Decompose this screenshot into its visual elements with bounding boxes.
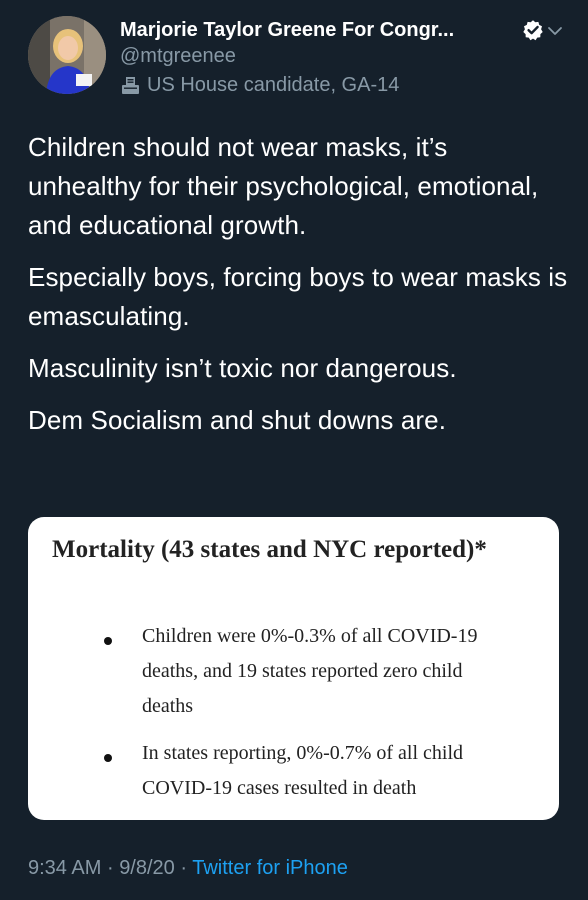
tweet: Marjorie Taylor Greene For Congr... @mtg… (0, 0, 588, 900)
image-bullet-item: In states reporting, 0%-0.7% of all chil… (28, 742, 559, 814)
chevron-down-icon[interactable] (546, 22, 564, 40)
image-bullet-text: In states reporting, 0%-0.7% of all chil… (142, 742, 464, 799)
separator-dot: · (106, 857, 114, 879)
tweet-source-link[interactable]: Twitter for iPhone (192, 857, 348, 879)
bullet-icon (104, 637, 112, 645)
image-bullet-item: Children were 0%-0.3% of all COVID-19 de… (28, 625, 559, 732)
verified-badge-icon (523, 20, 543, 41)
tweet-paragraph: Children should not wear masks, it’s unh… (28, 132, 539, 240)
image-bullet-text: Children were 0%-0.3% of all COVID-19 de… (142, 625, 478, 717)
tweet-time[interactable]: 9:34 AM (28, 857, 101, 879)
ballot-box-icon (122, 77, 139, 94)
avatar[interactable] (28, 16, 106, 94)
tweet-paragraph: Dem Socialism and shut downs are. (28, 405, 447, 435)
tweet-date[interactable]: 9/8/20 (119, 857, 175, 879)
avatar-image (28, 16, 106, 94)
separator-dot: · (180, 857, 188, 879)
bullet-icon (104, 754, 112, 762)
tweet-paragraph: Masculinity isn’t toxic nor dangerous. (28, 353, 457, 383)
tweet-paragraph: Especially boys, forcing boys to wear ma… (28, 262, 568, 331)
image-title: Mortality (43 states and NYC reported)* (52, 536, 487, 563)
tweet-metadata: 9:34 AM · 9/8/20 · Twitter for iPhone (28, 854, 348, 882)
affiliation-label-text: US House candidate, GA-14 (147, 74, 400, 96)
tweet-text: Children should not wear masks, it’s unh… (28, 128, 568, 453)
tweet-header: Marjorie Taylor Greene For Congr... @mtg… (28, 16, 568, 100)
author-handle[interactable]: @mtgreenee (120, 43, 236, 69)
attached-image[interactable]: Mortality (43 states and NYC reported)* … (28, 517, 559, 820)
author-display-name[interactable]: Marjorie Taylor Greene For Congr... (120, 16, 454, 44)
image-bullet-list: Children were 0%-0.3% of all COVID-19 de… (28, 625, 559, 820)
